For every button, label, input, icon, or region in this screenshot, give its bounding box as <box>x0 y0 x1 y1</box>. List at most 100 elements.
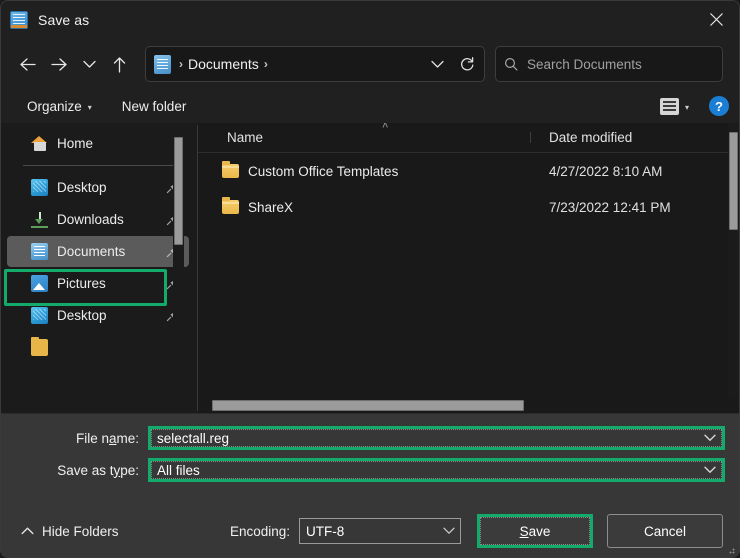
sidebar-item-label: Documents <box>57 244 126 259</box>
file-list-scrollbar-thumb-vertical[interactable] <box>729 132 738 230</box>
file-name-value: selectall.reg <box>157 430 230 446</box>
sidebar-item-home[interactable]: Home <box>7 128 189 159</box>
sidebar-item-label: Desktop <box>57 180 107 195</box>
file-date: 7/23/2022 12:41 PM <box>549 199 671 215</box>
desktop-icon <box>31 307 48 324</box>
file-name-input[interactable]: selectall.reg <box>151 429 722 447</box>
search-input[interactable] <box>527 56 714 72</box>
recent-locations-chevron-down-icon[interactable] <box>75 48 103 80</box>
hide-folders-button[interactable]: Hide Folders <box>15 520 125 543</box>
title-bar: Save as <box>1 1 739 39</box>
address-bar[interactable]: › Documents › <box>145 46 485 82</box>
save-label-post: ave <box>528 523 551 539</box>
encoding-chevron-down-icon[interactable] <box>438 527 460 535</box>
hide-folders-label: Hide Folders <box>42 523 119 539</box>
sidebar-item-desktop-2[interactable]: Desktop <box>7 300 189 331</box>
save-as-type-combo-wrap: All files <box>148 458 725 482</box>
folder-icon <box>31 337 48 356</box>
view-options-button[interactable]: ▾ <box>652 94 697 119</box>
help-button[interactable]: ? <box>709 96 729 116</box>
column-header-date-label: Date modified <box>549 130 633 145</box>
file-name-label-pre: File n <box>75 430 109 446</box>
encoding-label: Encoding: <box>229 523 290 539</box>
column-header-date-modified[interactable]: Date modified <box>531 130 739 145</box>
file-name-row: File name: selectall.reg <box>15 426 725 450</box>
file-name-label-post: me: <box>116 430 139 446</box>
cancel-button-wrap: Cancel <box>607 514 723 548</box>
list-view-icon <box>659 97 679 115</box>
sidebar-item-label: Desktop <box>57 308 107 323</box>
folder-icon <box>222 161 239 178</box>
sidebar-item-desktop[interactable]: Desktop <box>7 172 189 203</box>
documents-icon <box>31 243 48 260</box>
navigation-pane: Home Desktop Downloads Documents Picture… <box>1 123 197 413</box>
save-as-dialog: Save as › Documents › Search Documents O… <box>0 0 740 558</box>
forward-button[interactable] <box>43 48 75 80</box>
sidebar-divider <box>23 165 173 166</box>
downloads-icon <box>31 211 48 228</box>
dialog-body: Home Desktop Downloads Documents Picture… <box>1 123 739 413</box>
breadcrumb-documents[interactable]: Documents <box>188 56 259 72</box>
save-form: File name: selectall.reg Save as type: A… <box>1 413 739 505</box>
file-name-cell: Custom Office Templates <box>198 161 531 179</box>
desktop-icon <box>31 179 48 196</box>
home-icon <box>31 135 48 152</box>
breadcrumb-separator-start: › <box>179 57 183 71</box>
sidebar-item-partial[interactable] <box>7 332 189 363</box>
search-box[interactable] <box>495 46 723 82</box>
file-name: ShareX <box>248 199 294 215</box>
save-as-type-highlight: All files <box>148 458 725 482</box>
column-header-name[interactable]: Name <box>198 130 531 145</box>
new-folder-label: New folder <box>121 98 187 114</box>
save-as-type-value: All files <box>157 462 200 478</box>
chevron-up-icon <box>21 527 34 535</box>
organize-label: Organize <box>27 98 82 114</box>
file-name-input-highlight: selectall.reg <box>148 426 725 450</box>
pictures-icon <box>31 275 48 292</box>
column-headers: ˄ Name Date modified <box>198 123 739 153</box>
save-as-type-label: Save as type: <box>15 463 148 478</box>
save-as-type-row: Save as type: All files <box>15 458 725 482</box>
sidebar-item-downloads[interactable]: Downloads <box>7 204 189 235</box>
view-chevron-down-icon: ▾ <box>684 102 689 112</box>
encoding-select[interactable]: UTF-8 <box>299 518 461 544</box>
cancel-button[interactable]: Cancel <box>607 514 723 548</box>
sidebar-item-documents[interactable]: Documents <box>7 236 189 267</box>
dialog-footer: Hide Folders Encoding: UTF-8 Save Cancel <box>1 505 739 557</box>
back-button[interactable] <box>11 48 43 80</box>
sidebar-scrollbar-thumb[interactable] <box>174 137 183 245</box>
save-button-highlight: Save <box>477 514 593 548</box>
navigation-bar: › Documents › <box>1 39 739 89</box>
search-icon <box>504 57 518 71</box>
save-type-label-post: pe: <box>120 462 139 478</box>
file-name-cell: ShareX <box>198 197 531 215</box>
column-header-name-label: Name <box>227 130 264 145</box>
sidebar-item-pictures[interactable]: Pictures <box>7 268 189 299</box>
table-row[interactable]: Custom Office Templates 4/27/2022 8:10 A… <box>198 153 739 189</box>
organize-button[interactable]: Organize ▾ <box>19 95 100 118</box>
file-list: ˄ Name Date modified Custom Office Templ… <box>198 123 739 413</box>
refresh-icon[interactable] <box>452 48 482 80</box>
file-name-chevron-down-icon[interactable] <box>699 434 721 442</box>
table-row[interactable]: ShareX 7/23/2022 12:41 PM <box>198 189 739 225</box>
file-name: Custom Office Templates <box>248 163 399 179</box>
address-chevron-down-icon[interactable] <box>422 48 452 80</box>
command-bar: Organize ▾ New folder ▾ ? <box>1 89 739 123</box>
save-as-type-chevron-down-icon[interactable] <box>699 466 721 474</box>
save-label-accel: S <box>519 523 529 539</box>
close-icon[interactable] <box>693 1 739 38</box>
folder-icon <box>222 197 239 214</box>
file-name-combo-wrap: selectall.reg <box>148 426 725 450</box>
save-as-type-select[interactable]: All files <box>151 461 722 479</box>
new-folder-button[interactable]: New folder <box>114 95 195 118</box>
resize-grip-icon[interactable] <box>725 544 735 554</box>
up-button[interactable] <box>103 48 135 80</box>
file-list-scrollbar-horizontal[interactable] <box>198 399 727 413</box>
breadcrumb-separator-end[interactable]: › <box>259 57 273 71</box>
document-icon <box>10 11 28 29</box>
sidebar-item-label: Home <box>57 136 94 151</box>
file-list-scrollbar-thumb-horizontal[interactable] <box>212 400 524 411</box>
file-date: 4/27/2022 8:10 AM <box>549 163 663 179</box>
window-title: Save as <box>38 12 90 28</box>
save-button[interactable]: Save <box>480 517 590 545</box>
